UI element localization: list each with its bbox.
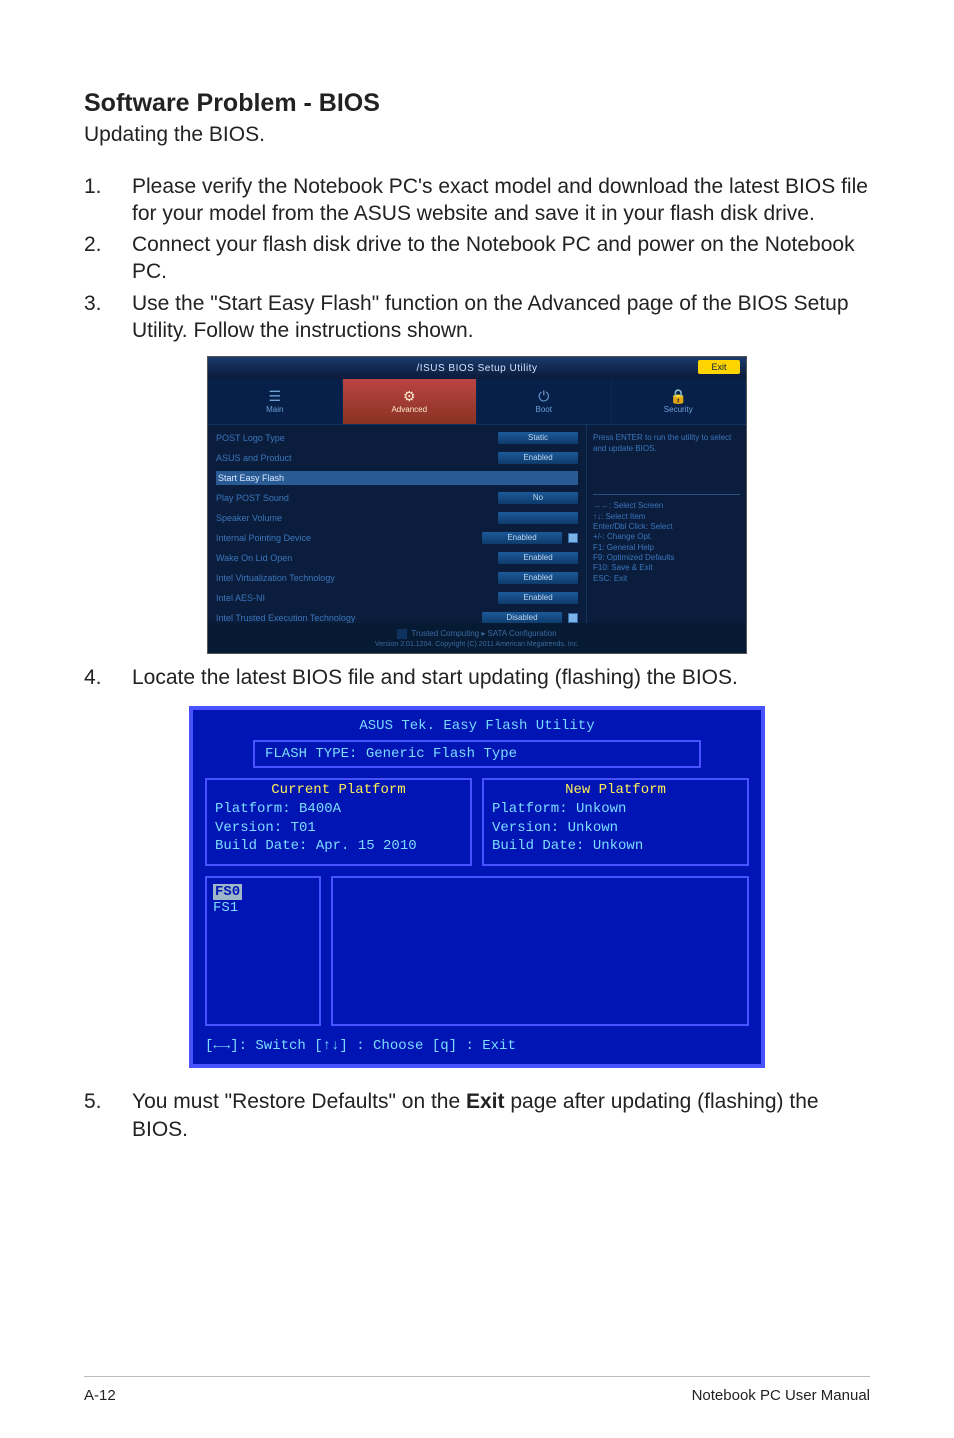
platform-row: Platform: B400A (215, 800, 462, 819)
manual-title: Notebook PC User Manual (692, 1387, 870, 1404)
step-text: Please verify the Notebook PC's exact mo… (132, 173, 870, 228)
bios-option-row: Speaker Volume (216, 511, 578, 525)
page-footer: A-12 Notebook PC User Manual (84, 1376, 870, 1404)
gear-icon: ⚙ (403, 389, 416, 403)
current-platform-box: Current Platform Platform: B400A Version… (205, 778, 472, 867)
bios-option-row-highlighted: Start Easy Flash (216, 471, 578, 485)
selected-drive: FS0 (213, 884, 242, 900)
build-date-row: Build Date: Unkown (492, 837, 739, 856)
step-number: 5. (84, 1088, 132, 1143)
step-number: 3. (84, 290, 132, 345)
drive-list-pane: FS0 FS1 (205, 876, 321, 1026)
list-item: 5. You must "Restore Defaults" on the Ex… (84, 1088, 870, 1143)
power-icon: ⏻ (538, 389, 549, 403)
version-row: Version: Unkown (492, 819, 739, 838)
step-number: 2. (84, 231, 132, 286)
new-platform-box: New Platform Platform: Unkown Version: U… (482, 778, 749, 867)
step-text: You must "Restore Defaults" on the Exit … (132, 1088, 870, 1143)
page-number: A-12 (84, 1387, 116, 1404)
bios-help-panel: Press ENTER to run the utility to select… (586, 425, 746, 623)
version-row: Version: T01 (215, 819, 462, 838)
lock-icon: 🔒 (670, 389, 687, 403)
step-text: Locate the latest BIOS file and start up… (132, 664, 738, 691)
exit-bold: Exit (466, 1090, 505, 1113)
bios-tab-boot: ⏻ Boot (477, 379, 612, 424)
step-text: Use the "Start Easy Flash" function on t… (132, 290, 870, 345)
checkbox-icon (568, 533, 578, 543)
bios-setup-screenshot: /ISUS BIOS Setup Utility Exit ☰ Main ⚙ A… (207, 356, 747, 654)
drive-item: FS1 (213, 900, 313, 916)
bios-help-keys: →←: Select Screen ↑↓: Select Item Enter/… (593, 494, 740, 584)
bios-option-row: Internal Pointing DeviceEnabled (216, 531, 578, 545)
flash-type-box: FLASH TYPE: Generic Flash Type (253, 740, 701, 768)
list-icon: ☰ (268, 389, 281, 403)
column-header: New Platform (492, 782, 739, 798)
step-text: Connect your flash disk drive to the Not… (132, 231, 870, 286)
flash-util-keyhints: [←→]: Switch [↑↓] : Choose [q] : Exit (205, 1038, 749, 1054)
bios-exit-badge: Exit (698, 360, 740, 374)
bios-titlebar: /ISUS BIOS Setup Utility (208, 357, 746, 379)
bios-body: POST Logo TypeStatic ASUS and ProductEna… (208, 425, 746, 623)
flash-file-panes: FS0 FS1 (205, 876, 749, 1026)
bios-option-row: Wake On Lid OpenEnabled (216, 551, 578, 565)
bios-version-text: Version 2.01.1204. Copyright (C) 2011 Am… (375, 641, 579, 648)
bios-footer: Trusted Computing ▸ SATA Configuration V… (208, 623, 746, 653)
bios-tab-main: ☰ Main (208, 379, 343, 424)
bios-tab-label: Main (266, 405, 283, 414)
steps-list: 1. Please verify the Notebook PC's exact… (84, 173, 870, 345)
bios-option-row: ASUS and ProductEnabled (216, 451, 578, 465)
bios-brand-label: /ISUS BIOS Setup Utility (417, 363, 538, 374)
bios-option-row: Play POST SoundNo (216, 491, 578, 505)
flash-util-title: ASUS Tek. Easy Flash Utility (205, 718, 749, 734)
bios-option-row: POST Logo TypeStatic (216, 431, 578, 445)
list-item: 1. Please verify the Notebook PC's exact… (84, 173, 870, 228)
step-number: 4. (84, 664, 132, 691)
bios-option-row: Intel Virtualization TechnologyEnabled (216, 571, 578, 585)
list-item: 3. Use the "Start Easy Flash" function o… (84, 290, 870, 345)
bios-options-panel: POST Logo TypeStatic ASUS and ProductEna… (208, 425, 586, 623)
flash-platform-columns: Current Platform Platform: B400A Version… (205, 778, 749, 867)
page-heading: Software Problem - BIOS (84, 88, 870, 119)
platform-row: Platform: Unkown (492, 800, 739, 819)
list-item: 2. Connect your flash disk drive to the … (84, 231, 870, 286)
bios-tab-label: Security (664, 405, 693, 414)
bios-tabs: ☰ Main ⚙ Advanced ⏻ Boot 🔒 Security (208, 379, 746, 425)
step-number: 1. (84, 173, 132, 228)
page-subheading: Updating the BIOS. (84, 121, 870, 148)
bios-option-row: Intel AES-NIEnabled (216, 591, 578, 605)
build-date-row: Build Date: Apr. 15 2010 (215, 837, 462, 856)
bios-tab-label: Boot (536, 405, 552, 414)
file-list-pane (331, 876, 749, 1026)
square-icon (397, 629, 407, 639)
list-item: 4. Locate the latest BIOS file and start… (84, 664, 870, 691)
bios-tab-security: 🔒 Security (612, 379, 747, 424)
bios-help-text: Press ENTER to run the utility to select… (593, 433, 740, 454)
bios-tab-advanced: ⚙ Advanced (343, 379, 478, 424)
column-header: Current Platform (215, 782, 462, 798)
easy-flash-screenshot: ASUS Tek. Easy Flash Utility FLASH TYPE:… (189, 706, 765, 1069)
bios-tab-label: Advanced (391, 405, 427, 414)
checkbox-icon (568, 613, 578, 623)
